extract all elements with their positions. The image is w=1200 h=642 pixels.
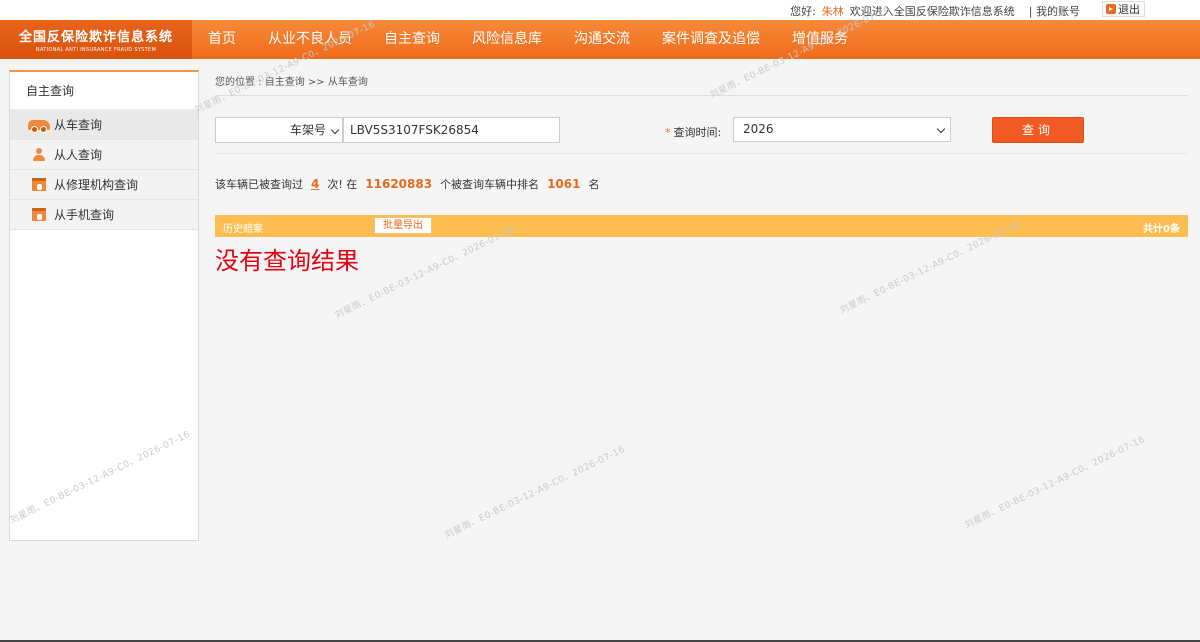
logo-title-en: NATIONAL ANTI INSURANCE FRAUD SYSTEM [35, 47, 157, 53]
chevron-down-icon [936, 124, 946, 134]
stats-suffix: 名 [588, 178, 600, 191]
logout-label: 退出 [1118, 3, 1140, 16]
logo-title-cn: 全国反保险欺诈信息系统 [18, 30, 173, 45]
required-mark: * [665, 126, 671, 139]
year-select-value: 2026 [743, 122, 774, 136]
history-claims-bar: 历史赔案 批量导出 共计0条 [215, 215, 1188, 237]
main-content: 您的位置 : 自主查询 >> 从车查询 车架号 LBV5S3107FSK2685… [215, 70, 1188, 276]
nav-item-self-query[interactable]: 自主查询 [368, 20, 456, 59]
query-button[interactable]: 查询 [992, 117, 1084, 143]
nav-item-risk-database[interactable]: 风险信息库 [456, 20, 558, 59]
sidebar-item-person-query[interactable]: 从人查询 [10, 140, 198, 170]
query-stats: 该车辆已被查询过 4 次! 在 11620883 个被查询车辆中排名 1061 名 [215, 154, 1188, 215]
total-vehicles: 11620883 [365, 177, 433, 191]
greeting-label: 您好: [790, 5, 816, 18]
stats-mid2: 个被查询车辆中排名 [440, 178, 540, 191]
sidebar-item-vehicle-query[interactable]: 从车查询 [10, 110, 198, 140]
my-account-link[interactable]: | 我的账号 [1029, 5, 1080, 18]
stats-prefix: 该车辆已被查询过 [215, 178, 303, 191]
rank-value: 1061 [547, 177, 581, 191]
sidebar-item-label: 从修理机构查询 [54, 178, 139, 192]
query-field-value: 车架号 [289, 123, 326, 137]
sidebar-item-phone-query[interactable]: 从手机查询 [10, 200, 198, 230]
year-select[interactable]: 2026 [733, 117, 951, 142]
car-icon [28, 119, 50, 133]
logout-button[interactable]: 退出 [1102, 1, 1145, 17]
welcome-message: 欢迎进入全国反保险欺诈信息系统 [849, 5, 1015, 18]
query-form: 车架号 LBV5S3107FSK26854 * 查询时间: 2026 查询 [215, 96, 1188, 154]
sidebar: 自主查询 从车查询 从人查询 从修理机构查询 从手机查询 [9, 70, 199, 541]
history-claims-title: 历史赔案 [223, 224, 263, 235]
sidebar-item-label: 从人查询 [54, 148, 103, 162]
history-total-count: 共计0条 [1143, 224, 1180, 235]
sidebar-item-label: 从手机查询 [54, 208, 115, 222]
stats-mid1: 次! 在 [327, 178, 358, 191]
no-result-message: 没有查询结果 [215, 247, 359, 275]
top-strip: 您好: 朱林 欢迎进入全国反保险欺诈信息系统 | 我的账号 退出 [0, 0, 1200, 20]
system-logo[interactable]: 全国反保险欺诈信息系统 NATIONAL ANTI INSURANCE FRAU… [0, 20, 192, 59]
main-nav: 首页 从业不良人员 自主查询 风险信息库 沟通交流 案件调查及追偿 增值服务 [192, 20, 864, 59]
batch-export-button[interactable]: 批量导出 [374, 217, 432, 234]
logout-icon [1106, 4, 1116, 14]
repair-shop-icon [32, 178, 46, 191]
watermark: 刘星雨、E0-BE-03-12-A9-C0、2026-07-16 [443, 444, 627, 541]
query-time-label: * 查询时间: [665, 124, 721, 140]
sidebar-item-repair-shop-query[interactable]: 从修理机构查询 [10, 170, 198, 200]
nav-item-bad-practitioners[interactable]: 从业不良人员 [252, 20, 368, 59]
watermark: 刘星雨、E0-BE-03-12-A9-C0、2026-07-16 [963, 434, 1147, 531]
vin-input[interactable]: LBV5S3107FSK26854 [343, 117, 560, 143]
welcome-text: 您好: 朱林 欢迎进入全国反保险欺诈信息系统 | 我的账号 [790, 3, 1080, 19]
nav-item-case-investigation[interactable]: 案件调查及追偿 [646, 20, 776, 59]
query-field-select[interactable]: 车架号 [215, 117, 343, 143]
sidebar-item-label: 从车查询 [54, 118, 103, 132]
nav-item-value-added[interactable]: 增值服务 [776, 20, 864, 59]
query-time-text: 查询时间: [673, 126, 722, 139]
nav-item-home[interactable]: 首页 [192, 20, 252, 59]
nav-item-communication[interactable]: 沟通交流 [558, 20, 646, 59]
main-nav-bar: 全国反保险欺诈信息系统 NATIONAL ANTI INSURANCE FRAU… [0, 20, 1200, 59]
current-user: 朱林 [821, 5, 844, 18]
sidebar-title: 自主查询 [10, 72, 198, 110]
chevron-down-icon [330, 125, 340, 135]
phone-icon [32, 208, 46, 221]
query-count[interactable]: 4 [311, 177, 319, 191]
breadcrumb: 您的位置 : 自主查询 >> 从车查询 [215, 70, 1188, 96]
person-icon [33, 148, 45, 161]
